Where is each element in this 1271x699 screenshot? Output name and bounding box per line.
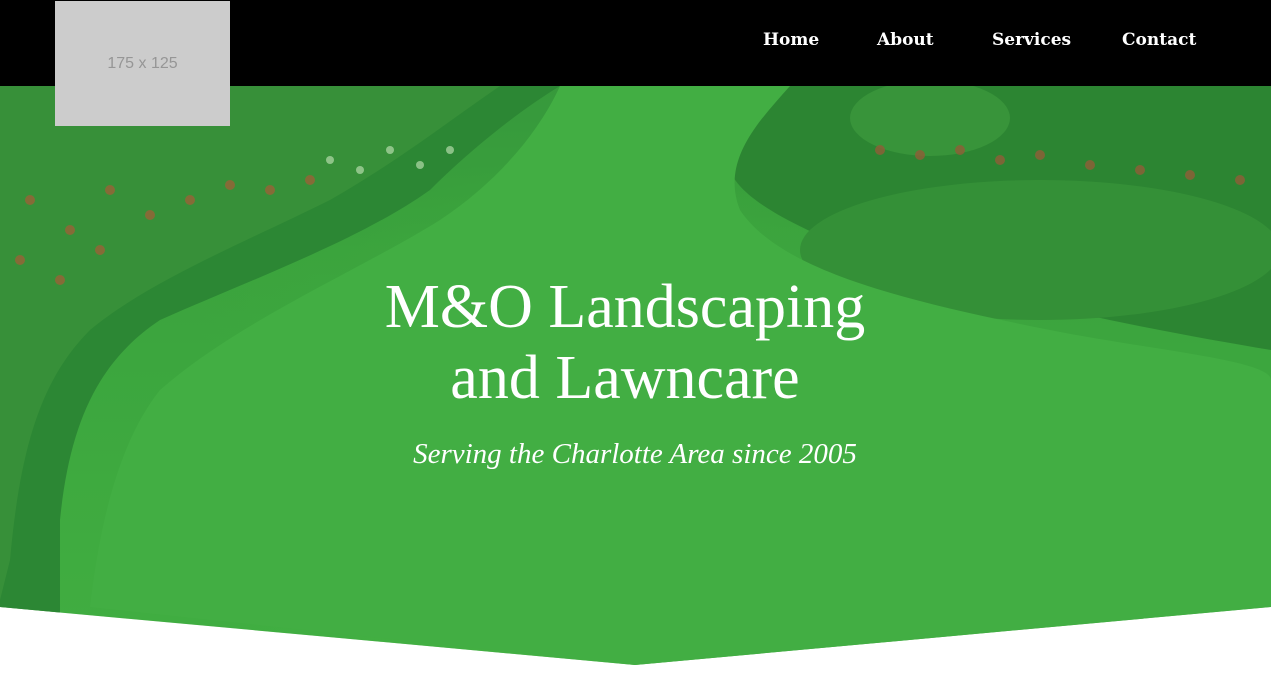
nav-contact-link[interactable]: Contact <box>1122 30 1196 50</box>
hero-title: M&O Landscaping and Lawncare <box>300 272 950 414</box>
logo-placeholder[interactable]: 175 x 125 <box>55 1 230 126</box>
nav-home-link[interactable]: Home <box>763 30 819 50</box>
hero-subtitle: Serving the Charlotte Area since 2005 <box>413 438 857 470</box>
hero-title-line2: and Lawncare <box>450 344 800 412</box>
nav-services-link[interactable]: Services <box>992 30 1071 50</box>
hero-title-line1: M&O Landscaping <box>384 273 866 341</box>
nav-about-link[interactable]: About <box>877 30 934 50</box>
logo-placeholder-text: 175 x 125 <box>107 54 178 72</box>
